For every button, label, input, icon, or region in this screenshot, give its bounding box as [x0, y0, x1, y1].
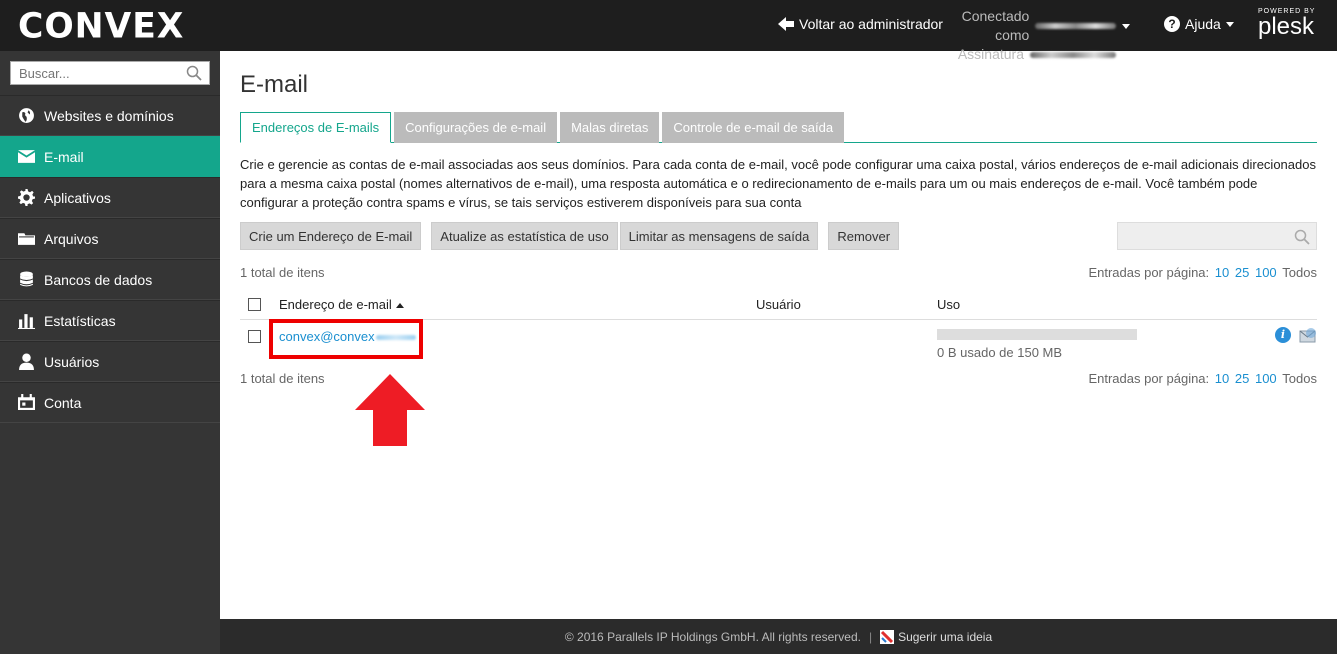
sort-ascending-icon — [395, 303, 404, 309]
copyright-text: © 2016 Parallels IP Holdings GmbH. All r… — [564, 629, 861, 644]
help-menu[interactable]: ? Ajuda — [1164, 16, 1234, 32]
search-icon[interactable] — [1294, 229, 1310, 245]
column-user[interactable]: Usuário — [756, 297, 801, 312]
per-page-all[interactable]: Todos — [1282, 265, 1317, 280]
total-items-bottom: 1 total de itens — [240, 371, 325, 386]
arrow-left-icon — [778, 17, 794, 31]
tab-outgoing-control[interactable]: Controle de e-mail de saída — [662, 112, 845, 143]
connected-as-label: Conectado como — [961, 8, 1030, 43]
top-header: CONVEX Voltar ao administrador Conectado… — [0, 0, 1337, 62]
usage-text: 0 B usado de 150 MB — [937, 345, 1063, 360]
column-usage[interactable]: Uso — [937, 297, 960, 312]
redacted-subscription — [1030, 51, 1116, 58]
per-page-label: Entradas por página: — [1088, 265, 1210, 280]
database-icon — [20, 271, 33, 287]
connected-as-row[interactable]: Conectado como — [930, 7, 1130, 45]
sidebar-item-files[interactable]: Arquivos — [0, 218, 220, 259]
folder-icon — [18, 233, 35, 245]
footer: © 2016 Parallels IP Holdings GmbH. All r… — [220, 619, 1337, 654]
redacted-username — [1035, 23, 1116, 29]
row-checkbox[interactable] — [248, 330, 261, 343]
sidebar-item-websites[interactable]: Websites e domínios — [0, 95, 220, 136]
globe-icon — [19, 108, 34, 123]
sidebar-item-statistics[interactable]: Estatísticas — [0, 300, 220, 341]
sidebar-item-email[interactable]: E-mail — [0, 136, 220, 177]
back-to-admin-label: Voltar ao administrador — [799, 16, 943, 32]
suggest-idea-link[interactable]: Sugerir uma ideia — [880, 629, 993, 644]
plesk-logo[interactable]: POWERED BY plesk — [1258, 8, 1315, 39]
per-page-all[interactable]: Todos — [1282, 371, 1317, 386]
per-page-25[interactable]: 25 — [1235, 371, 1249, 386]
create-email-button[interactable]: Crie um Endereço de E-mail — [240, 222, 422, 250]
sidebar-item-label: Usuários — [44, 353, 100, 370]
help-label: Ajuda — [1185, 16, 1221, 32]
sidebar-item-users[interactable]: Usuários — [0, 341, 220, 382]
chevron-down-icon — [1122, 23, 1130, 29]
sidebar-search — [10, 61, 210, 85]
subscription-label: Assinatura — [957, 46, 1024, 62]
remove-button[interactable]: Remover — [828, 222, 900, 250]
sidebar-item-applications[interactable]: Aplicativos — [0, 177, 220, 218]
column-email-address[interactable]: Endereço de e-mail — [279, 297, 404, 312]
page-description: Crie e gerencie as contas de e-mail asso… — [240, 157, 1316, 210]
per-page-top: Entradas por página: 10 25 100 Todos — [1088, 265, 1317, 280]
toolbar: Crie um Endereço de E-mail Atualize as e… — [240, 222, 901, 250]
email-address-link[interactable]: convex@convex — [279, 329, 416, 344]
tab-mailing-lists[interactable]: Malas diretas — [560, 112, 660, 143]
sidebar-item-label: Aplicativos — [44, 189, 111, 206]
calendar-icon — [18, 394, 35, 410]
subscription-row[interactable]: Assinatura — [930, 45, 1130, 64]
per-page-100[interactable]: 100 — [1255, 371, 1277, 386]
question-icon: ? — [1164, 16, 1180, 32]
back-to-admin-link[interactable]: Voltar ao administrador — [778, 16, 943, 32]
limit-outgoing-button[interactable]: Limitar as mensagens de saída — [619, 222, 819, 250]
sidebar-item-label: Conta — [44, 394, 82, 411]
convex-logo[interactable]: CONVEX — [18, 6, 210, 46]
bar-chart-icon — [18, 314, 35, 329]
select-all-checkbox[interactable] — [248, 298, 261, 311]
chevron-down-icon — [1225, 21, 1234, 27]
per-page-25[interactable]: 25 — [1235, 265, 1249, 280]
tab-email-addresses[interactable]: Endereços de E-mails — [240, 112, 392, 143]
usage-bar — [937, 329, 1137, 340]
sidebar-item-account[interactable]: Conta — [0, 382, 220, 423]
plesk-wordmark: plesk — [1258, 13, 1315, 40]
envelope-icon — [18, 150, 35, 163]
redacted-domain — [375, 335, 416, 341]
sidebar-item-label: Websites e domínios — [44, 107, 174, 124]
sidebar-search-input[interactable] — [11, 62, 176, 84]
sidebar: Websites e domínios E-mail Aplicativos A… — [0, 51, 220, 654]
sidebar-item-label: Estatísticas — [44, 312, 116, 329]
row-actions: i — [1275, 327, 1317, 345]
gear-icon — [18, 189, 35, 206]
total-items-top: 1 total de itens — [240, 265, 325, 280]
info-icon[interactable]: i — [1275, 327, 1291, 343]
red-arrow-annotation — [355, 374, 425, 446]
suggest-idea-label: Sugerir uma ideia — [898, 629, 993, 644]
sidebar-nav: Websites e domínios E-mail Aplicativos A… — [0, 95, 220, 423]
table-row: convex@convex 0 B usado de 150 MB i — [240, 319, 1317, 367]
page-title: E-mail — [240, 71, 309, 98]
sidebar-item-label: Arquivos — [44, 230, 99, 247]
per-page-10[interactable]: 10 — [1215, 265, 1229, 280]
per-page-10[interactable]: 10 — [1215, 371, 1229, 386]
per-page-bottom: Entradas por página: 10 25 100 Todos — [1088, 371, 1317, 386]
sidebar-item-label: Bancos de dados — [44, 271, 153, 288]
list-search-field[interactable] — [1117, 222, 1317, 250]
per-page-100[interactable]: 100 — [1255, 265, 1277, 280]
sidebar-item-label: E-mail — [44, 148, 84, 165]
webmail-icon[interactable] — [1299, 327, 1317, 345]
update-stats-button[interactable]: Atualize as estatística de uso — [431, 222, 618, 250]
tab-email-settings[interactable]: Configurações de e-mail — [394, 112, 558, 143]
search-icon[interactable] — [186, 65, 202, 81]
user-icon — [19, 353, 34, 370]
tab-bar: Endereços de E-mails Configurações de e-… — [240, 112, 1317, 143]
connection-info: Conectado como Assinatura — [930, 7, 1130, 64]
per-page-label: Entradas por página: — [1088, 371, 1210, 386]
svg-text:CONVEX: CONVEX — [18, 7, 184, 46]
sidebar-item-databases[interactable]: Bancos de dados — [0, 259, 220, 300]
table-header: Endereço de e-mail Usuário Uso — [240, 294, 1317, 320]
lightbulb-feedback-icon — [880, 629, 895, 644]
footer-separator: | — [868, 629, 873, 644]
